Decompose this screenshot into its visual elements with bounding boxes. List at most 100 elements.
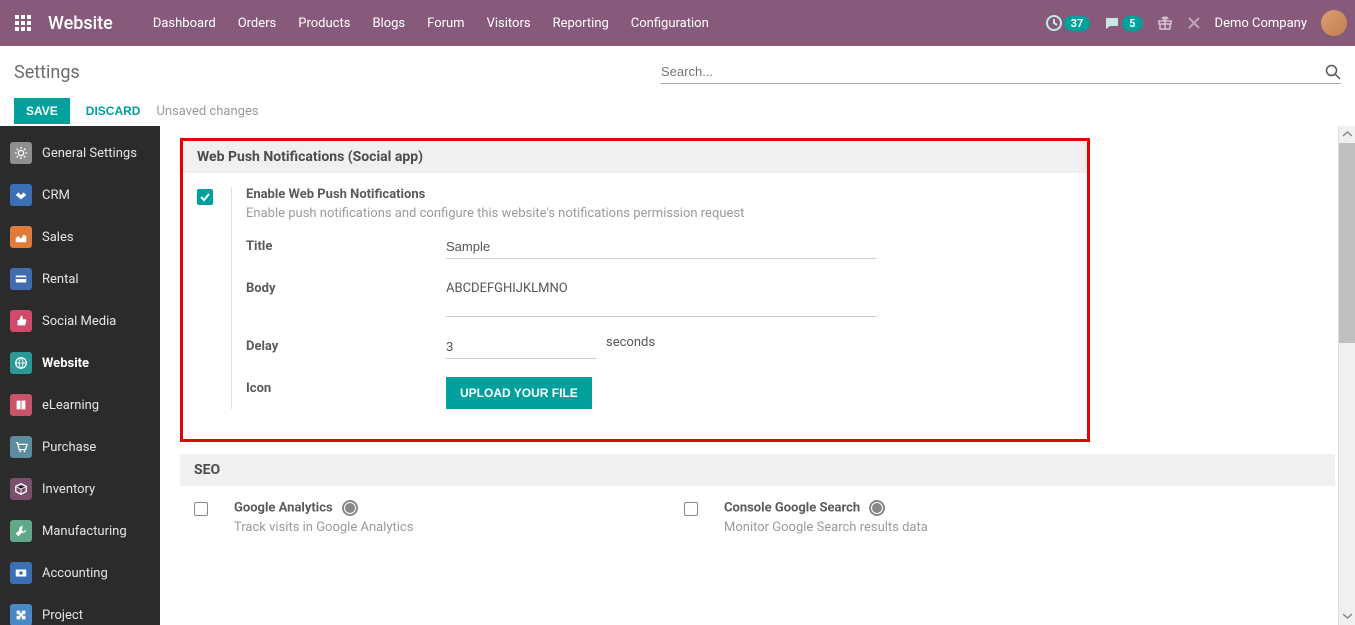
gsc-checkbox-col <box>684 500 718 549</box>
money-icon <box>10 562 32 584</box>
globe-icon[interactable] <box>869 500 885 516</box>
sidebar-item-label: eLearning <box>42 398 99 413</box>
sidebar-item-label: Website <box>42 356 89 371</box>
vertical-scrollbar[interactable] <box>1338 126 1355 625</box>
sidebar-item-general-settings[interactable]: General Settings <box>0 132 160 174</box>
chat-icon <box>1104 15 1120 31</box>
nav-products[interactable]: Products <box>288 8 360 39</box>
cart-icon <box>10 436 32 458</box>
push-enable-title: Enable Web Push Notifications <box>246 187 1073 202</box>
messages-indicator[interactable]: 5 <box>1104 15 1142 31</box>
push-enable-checkbox[interactable] <box>197 189 213 205</box>
push-icon-label: Icon <box>246 377 446 396</box>
search-input[interactable] <box>661 60 1325 83</box>
sidebar-item-purchase[interactable]: Purchase <box>0 426 160 468</box>
topbar-right: 37 5 Demo Company <box>1046 10 1347 36</box>
sidebar-item-manufacturing[interactable]: Manufacturing <box>0 510 160 552</box>
gsc-content: Console Google Search Monitor Google Sea… <box>718 500 1134 549</box>
wrench-icon <box>10 520 32 542</box>
chart-icon <box>10 226 32 248</box>
sidebar-item-label: Social Media <box>42 314 116 329</box>
nav-blogs[interactable]: Blogs <box>362 8 415 39</box>
settings-sidebar[interactable]: General Settings CRM Sales Rental Social Med… <box>0 126 160 625</box>
globe-icon <box>10 352 32 374</box>
push-enable-checkbox-col <box>197 187 231 409</box>
page-title: Settings <box>14 62 80 83</box>
sidebar-item-label: Purchase <box>42 440 96 455</box>
gsc-title-text: Console Google Search <box>724 500 860 515</box>
push-title-input[interactable] <box>446 235 876 259</box>
sidebar-item-website[interactable]: Website <box>0 342 160 384</box>
seo-section: SEO Google Analytics Track visits in Goo… <box>180 454 1335 563</box>
box-icon <box>10 478 32 500</box>
nav-menu: Dashboard Orders Products Blogs Forum Vi… <box>143 8 1046 39</box>
sidebar-item-project[interactable]: Project <box>0 594 160 625</box>
save-button[interactable]: SAVE <box>14 98 70 124</box>
nav-configuration[interactable]: Configuration <box>621 8 719 39</box>
sidebar-item-social-media[interactable]: Social Media <box>0 300 160 342</box>
gsc-desc: Monitor Google Search results data <box>724 520 1134 535</box>
content-area[interactable]: Web Push Notifications (Social app) Enab… <box>160 126 1355 625</box>
sidebar-item-crm[interactable]: CRM <box>0 174 160 216</box>
sidebar-item-label: Inventory <box>42 482 95 497</box>
activity-badge: 37 <box>1064 16 1091 31</box>
subheader: Settings <box>0 46 1355 90</box>
nav-visitors[interactable]: Visitors <box>477 8 541 39</box>
puzzle-icon <box>10 604 32 625</box>
sidebar-item-label: Project <box>42 608 83 623</box>
ga-title-text: Google Analytics <box>234 500 333 515</box>
scroll-down-icon[interactable] <box>1339 608 1355 625</box>
sidebar-item-label: CRM <box>42 188 70 203</box>
handshake-icon <box>10 184 32 206</box>
topbar: Website Dashboard Orders Products Blogs … <box>0 0 1355 46</box>
clock-icon <box>1046 15 1062 31</box>
company-name[interactable]: Demo Company <box>1215 16 1307 31</box>
search-container <box>661 60 1341 84</box>
scrollbar-thumb[interactable] <box>1339 143 1355 343</box>
globe-icon[interactable] <box>342 500 358 516</box>
nav-orders[interactable]: Orders <box>228 8 287 39</box>
sidebar-item-elearning[interactable]: eLearning <box>0 384 160 426</box>
seo-grid: Google Analytics Track visits in Google … <box>180 486 1335 563</box>
nav-dashboard[interactable]: Dashboard <box>143 8 226 39</box>
push-body-row: Body <box>246 277 1073 317</box>
push-delay-unit: seconds <box>606 335 655 350</box>
push-icon-row: Icon UPLOAD YOUR FILE <box>246 377 1073 409</box>
ga-checkbox[interactable] <box>194 502 208 516</box>
sidebar-item-label: Sales <box>42 230 74 245</box>
unsaved-indicator: Unsaved changes <box>156 104 258 119</box>
activity-indicator[interactable]: 37 <box>1046 15 1091 31</box>
ga-desc: Track visits in Google Analytics <box>234 520 644 535</box>
scroll-up-icon[interactable] <box>1339 126 1355 143</box>
check-icon <box>200 192 210 202</box>
gsc-title: Console Google Search <box>724 500 1134 516</box>
push-body-input[interactable] <box>446 277 876 317</box>
discard-button[interactable]: DISCARD <box>86 104 141 118</box>
user-avatar[interactable] <box>1321 10 1347 36</box>
app-brand[interactable]: Website <box>48 13 113 34</box>
close-icon[interactable] <box>1187 16 1201 30</box>
push-title-label: Title <box>246 235 446 254</box>
sidebar-item-sales[interactable]: Sales <box>0 216 160 258</box>
apps-launcher-icon[interactable] <box>8 8 38 38</box>
nav-forum[interactable]: Forum <box>417 8 474 39</box>
sidebar-item-label: General Settings <box>42 146 137 161</box>
seo-section-header: SEO <box>180 454 1335 486</box>
seo-ga-item: Google Analytics Track visits in Google … <box>194 500 644 549</box>
search-icon[interactable] <box>1325 64 1341 80</box>
push-delay-label: Delay <box>246 335 446 354</box>
push-delay-input[interactable] <box>446 335 596 359</box>
highlight-box: Web Push Notifications (Social app) Enab… <box>180 138 1090 442</box>
push-body-label: Body <box>246 277 446 296</box>
nav-reporting[interactable]: Reporting <box>543 8 619 39</box>
sidebar-item-accounting[interactable]: Accounting <box>0 552 160 594</box>
book-icon <box>10 394 32 416</box>
push-title-row: Title <box>246 235 1073 259</box>
sidebar-item-inventory[interactable]: Inventory <box>0 468 160 510</box>
gsc-checkbox[interactable] <box>684 502 698 516</box>
upload-file-button[interactable]: UPLOAD YOUR FILE <box>446 377 592 409</box>
sidebar-item-rental[interactable]: Rental <box>0 258 160 300</box>
ga-content: Google Analytics Track visits in Google … <box>228 500 644 549</box>
sidebar-item-label: Rental <box>42 272 79 287</box>
gift-icon[interactable] <box>1157 15 1173 31</box>
